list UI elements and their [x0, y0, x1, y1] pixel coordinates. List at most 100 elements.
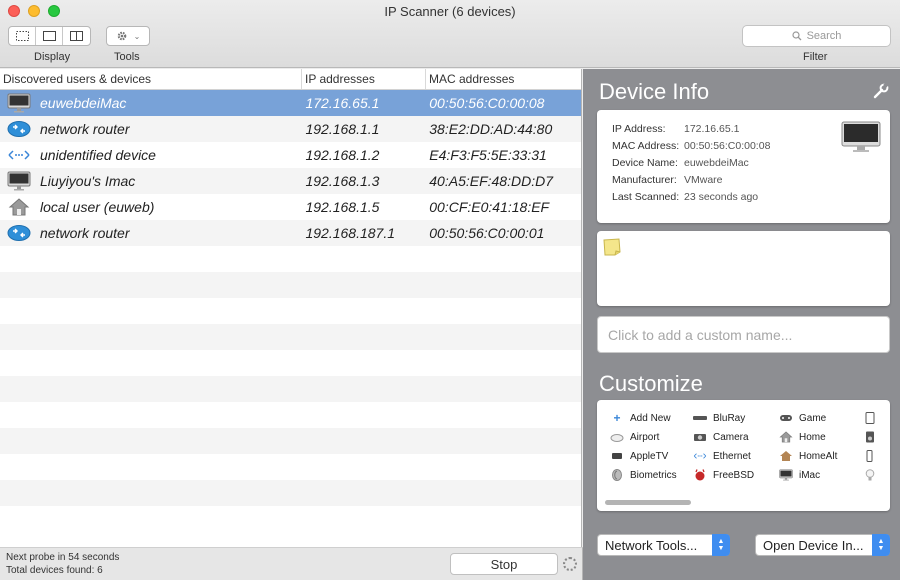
airport-icon: [610, 431, 624, 443]
table-row[interactable]: network router 192.168.1.1 38:E2:DD:AD:44:…: [0, 116, 581, 142]
customize-item[interactable]: Ethernet: [693, 450, 751, 462]
chevron-down-icon: ⌄: [133, 31, 141, 41]
table-row[interactable]: Liuyiyou's Imac 192.168.1.3 40:A5:EF:48:DD…: [0, 168, 581, 194]
device-name: unidentified device: [40, 147, 156, 163]
single-pane-icon: [42, 31, 56, 41]
progress-spinner-icon: [563, 557, 577, 571]
empty-table-row: [0, 402, 581, 428]
customize-item[interactable]: BluRay: [693, 412, 745, 424]
imac-icon: [2, 92, 36, 114]
status-bar: Next probe in 54 seconds Total devices f…: [0, 547, 583, 580]
custom-name-input[interactable]: Click to add a custom name...: [597, 316, 890, 353]
search-input[interactable]: Search: [742, 25, 891, 47]
customize-item[interactable]: AppleTV: [610, 450, 668, 462]
notes-card[interactable]: [597, 231, 890, 306]
display-list-only-button[interactable]: [9, 27, 36, 45]
empty-table-row: [0, 298, 581, 324]
customize-item[interactable]: Camera: [693, 431, 749, 443]
info-manufacturer: Manufacturer: VMware: [612, 174, 723, 186]
title-bar: IP Scanner (6 devices) Display ⌄ Tools S…: [0, 0, 900, 68]
iphone-icon[interactable]: [863, 450, 877, 462]
table-row[interactable]: local user (euweb) 192.168.1.5 00:CF:E0:41…: [0, 194, 581, 220]
sticky-note-icon: [603, 238, 621, 256]
table-row[interactable]: network router 192.168.187.1 00:50:56:C0:0…: [0, 220, 581, 246]
customize-item-label: iMac: [799, 469, 821, 481]
empty-table-row: [0, 246, 581, 272]
popup-arrows-icon: ▲ ▼: [712, 534, 730, 556]
device-table: Discovered users & devices IP addresses …: [0, 69, 582, 547]
open-device-popup[interactable]: Open Device In... ▲ ▼: [755, 534, 890, 556]
customize-item[interactable]: Home: [779, 431, 826, 443]
info-ip: IP Address: 172.16.65.1: [612, 123, 740, 135]
mac-address-cell: 00:50:56:C0:00:01: [429, 225, 545, 241]
customize-item[interactable]: HomeAlt: [779, 450, 837, 462]
empty-table-row: [0, 480, 581, 506]
device-name-cell: network router: [0, 118, 301, 140]
router-icon: [2, 222, 36, 244]
mac-address-cell: 00:50:56:C0:00:08: [429, 95, 545, 111]
display-single-pane-button[interactable]: [36, 27, 63, 45]
customize-item-label: Airport: [630, 431, 660, 443]
device-name-cell: network router: [0, 222, 301, 244]
inspector-pane: Device Info IP Address: 172.16.65.1 MAC A…: [583, 69, 900, 580]
wrench-icon[interactable]: [872, 82, 890, 100]
tools-label: Tools: [114, 51, 140, 63]
customize-item[interactable]: FreeBSD: [693, 469, 754, 481]
empty-table-row: [0, 272, 581, 298]
display-mode-segmented-control[interactable]: [8, 26, 91, 46]
speaker-icon[interactable]: [863, 431, 877, 443]
empty-table-row: [0, 376, 581, 402]
bluray-icon: [693, 412, 707, 424]
device-name: local user (euweb): [40, 199, 155, 215]
customize-item-label: Game: [799, 412, 827, 424]
empty-table-row: [0, 324, 581, 350]
split-pane-icon: [70, 31, 83, 41]
column-header-ip[interactable]: IP addresses: [302, 69, 426, 89]
camera-icon: [693, 431, 707, 443]
ip-address-cell: 192.168.1.5: [305, 199, 380, 215]
appletv-icon: [610, 450, 624, 462]
table-row[interactable]: unidentified device 192.168.1.2 E4:F3:F5:5…: [0, 142, 581, 168]
empty-table-row: [0, 454, 581, 480]
customize-item[interactable]: Biometrics: [610, 469, 677, 481]
column-header-devices[interactable]: Discovered users & devices: [0, 69, 302, 89]
window-title: IP Scanner (6 devices): [384, 4, 516, 19]
filter-label: Filter: [803, 51, 828, 63]
table-row[interactable]: euwebdeiMac 172.16.65.1 00:50:56:C0:00:08: [0, 90, 581, 116]
column-header-mac[interactable]: MAC addresses: [426, 69, 581, 89]
network-tools-popup[interactable]: Network Tools... ▲ ▼: [597, 534, 730, 556]
customize-item-label: Camera: [713, 431, 749, 443]
search-icon: [791, 31, 802, 41]
mac-address-cell: 00:CF:E0:41:18:EF: [429, 199, 550, 215]
customize-item-label: HomeAlt: [799, 450, 838, 462]
tools-menu-button[interactable]: ⌄: [106, 26, 150, 46]
next-probe-status: Next probe in 54 seconds: [6, 552, 120, 563]
empty-table-row: [0, 506, 581, 532]
fingerprint-icon: [610, 469, 624, 481]
ip-address-cell: 192.168.1.3: [305, 173, 380, 189]
freebsd-icon: [693, 469, 707, 481]
display-split-pane-button[interactable]: [63, 27, 90, 45]
stop-button[interactable]: Stop: [450, 553, 558, 575]
customize-item[interactable]: + Add New: [610, 411, 671, 425]
horizontal-scrollbar[interactable]: [605, 500, 691, 505]
customize-item-label: Add New: [630, 412, 671, 424]
popup-arrows-icon: ▲ ▼: [872, 534, 890, 556]
search-placeholder: Search: [806, 30, 842, 42]
total-devices-status: Total devices found: 6: [6, 565, 103, 576]
customize-item-label: Ethernet: [713, 450, 751, 462]
open-device-label: Open Device In...: [763, 537, 864, 553]
customize-item-label: FreeBSD: [713, 469, 755, 481]
customize-item[interactable]: iMac: [779, 469, 820, 481]
ip-address-cell: 192.168.1.2: [305, 147, 380, 163]
home-icon: [2, 196, 36, 218]
mac-address-cell: E4:F3:F5:5E:33:31: [429, 147, 547, 163]
ipad-icon[interactable]: [863, 412, 877, 424]
customize-item[interactable]: Airport: [610, 431, 659, 443]
customize-item[interactable]: Game: [779, 412, 826, 424]
imac-icon: [779, 469, 793, 481]
home-icon: [779, 431, 793, 443]
homealt-icon: [779, 450, 793, 462]
customize-item-label: AppleTV: [630, 450, 669, 462]
lightbulb-icon[interactable]: [863, 469, 877, 481]
